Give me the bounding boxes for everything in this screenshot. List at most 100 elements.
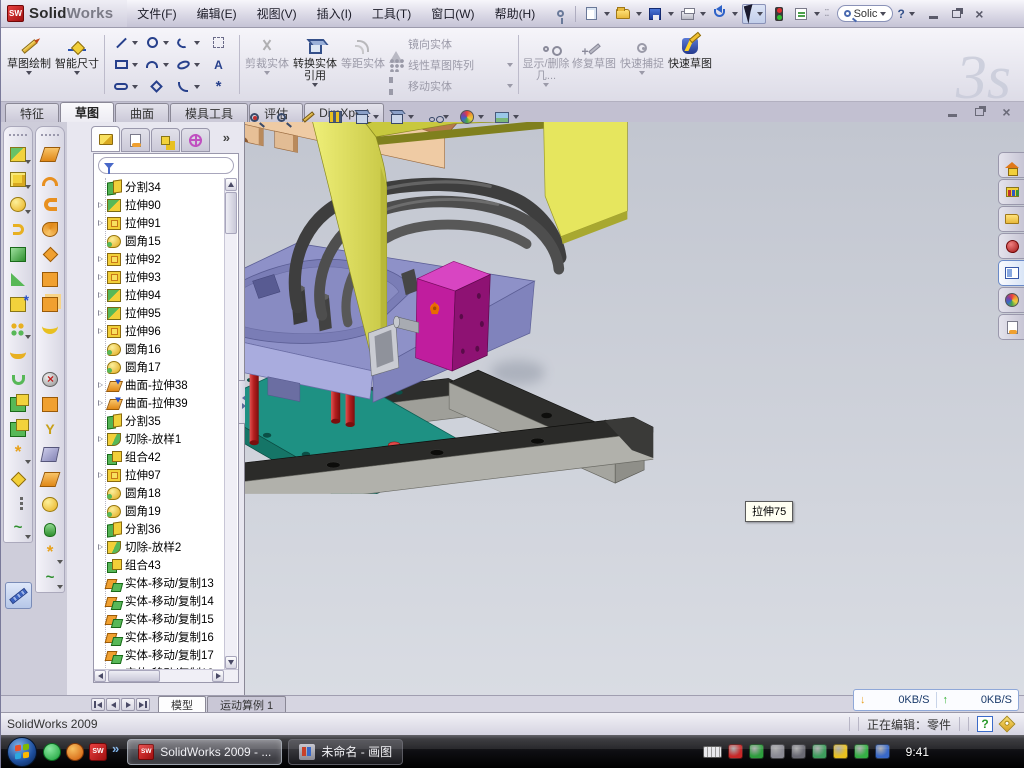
undo-dropdown-arrow[interactable]	[732, 12, 738, 16]
reference-geometry-button[interactable]: *	[4, 442, 32, 467]
dropdown-arrow[interactable]	[132, 85, 138, 89]
replace-face-button[interactable]	[36, 392, 64, 417]
dropdown-arrow[interactable]	[25, 210, 31, 214]
tree-item-圆角18[interactable]: 圆角18	[96, 484, 222, 502]
hole-wizard-button[interactable]	[4, 292, 32, 317]
search-input-value[interactable]: Solic	[854, 8, 878, 20]
tree-item-圆角17[interactable]: 圆角17	[96, 358, 222, 376]
menu-窗口[interactable]: 窗口(W)	[421, 0, 484, 27]
tree-vertical-scrollbar[interactable]	[224, 178, 237, 669]
linear-pattern-button[interactable]	[4, 317, 32, 342]
task-pane-tab-design-library[interactable]	[998, 179, 1024, 205]
curve-button[interactable]: ~	[36, 567, 64, 592]
graphics-viewport[interactable]: Y Z X 拉伸75	[245, 122, 1024, 695]
lofted-boss-button[interactable]	[4, 242, 32, 267]
repair-sketch-button[interactable]: 修复草图	[570, 31, 618, 98]
tray-update-service-icon[interactable]	[770, 744, 785, 759]
sketch-button[interactable]: 草图绘制	[5, 31, 53, 98]
tree-item-实体-移动/复制17[interactable]: 实体-移动/复制17	[96, 646, 222, 664]
model-tab[interactable]: 模型	[158, 696, 206, 712]
taskbar-button-solidworks[interactable]: SW SolidWorks 2009 - ...	[127, 739, 282, 765]
edit-appearance-button[interactable]	[458, 108, 484, 126]
expander-icon[interactable]	[96, 436, 105, 442]
next-tab-button[interactable]	[121, 698, 135, 711]
quick-snaps-button[interactable]: 快速捕捉	[618, 31, 666, 98]
swept-boss-button[interactable]	[4, 217, 32, 242]
scroll-left-button[interactable]	[94, 670, 106, 682]
save-dropdown-arrow[interactable]	[668, 12, 674, 16]
ribbon-tab-模具工具[interactable]: 模具工具	[170, 103, 248, 122]
dropdown-arrow[interactable]	[25, 185, 31, 189]
expander-icon[interactable]	[96, 292, 105, 298]
close-button[interactable]: ×	[971, 7, 988, 20]
tree-item-分割34[interactable]: 分割34	[96, 178, 222, 196]
taskbar-button-paint[interactable]: 未命名 - 画图	[288, 739, 403, 765]
expander-icon[interactable]	[96, 220, 105, 226]
slot-tool-button[interactable]	[110, 76, 141, 98]
task-pane-tab-appearances-scenes[interactable]	[998, 287, 1024, 313]
smart-dimension-button[interactable]: 智能尺寸	[53, 31, 101, 98]
magenta-block-body-hovered[interactable]	[416, 261, 491, 371]
dropdown-arrow[interactable]	[373, 115, 379, 119]
configuration-manager-tab[interactable]	[151, 128, 180, 152]
new-document-button[interactable]	[582, 5, 600, 23]
offset-surface-button[interactable]	[36, 292, 64, 317]
expander-icon[interactable]	[96, 256, 105, 262]
menu-工具[interactable]: 工具(T)	[362, 0, 421, 27]
revolved-surface-button[interactable]	[36, 167, 64, 192]
text-tool-button[interactable]: A	[203, 54, 234, 76]
tray-sync-center-icon[interactable]	[875, 744, 890, 759]
tags-icon[interactable]	[999, 716, 1016, 733]
dropdown-arrow[interactable]	[25, 160, 31, 164]
mirror-entities-button[interactable]: 镜向实体	[387, 34, 515, 54]
swept-surface-button[interactable]	[36, 192, 64, 217]
dropdown-arrow[interactable]	[408, 115, 414, 119]
tree-item-拉伸90[interactable]: 拉伸90	[96, 196, 222, 214]
ellipse-tool-button[interactable]	[172, 54, 203, 76]
dropdown-arrow[interactable]	[132, 63, 138, 67]
dropdown-arrow[interactable]	[194, 41, 200, 45]
scroll-down-button[interactable]	[225, 656, 237, 669]
tree-item-切除-放样2[interactable]: 切除-放样2	[96, 538, 222, 556]
task-pane-tab-custom-properties[interactable]	[998, 314, 1024, 340]
tree-filter-field[interactable]	[98, 157, 234, 174]
combine-button[interactable]	[4, 392, 32, 417]
first-tab-button[interactable]	[91, 698, 105, 711]
new-dropdown-arrow[interactable]	[604, 12, 610, 16]
tree-horizontal-scrollbar[interactable]	[94, 669, 238, 682]
untrim-surface-button[interactable]	[36, 467, 64, 492]
dropdown-arrow[interactable]	[194, 63, 200, 67]
draft-button[interactable]	[4, 267, 32, 292]
print-dropdown-arrow[interactable]	[700, 12, 706, 16]
mid-surface-button[interactable]	[36, 517, 64, 542]
apply-scene-button[interactable]	[493, 108, 519, 126]
help-dropdown-arrow[interactable]	[909, 12, 915, 16]
lofted-surface-button[interactable]	[36, 217, 64, 242]
options-dropdown-arrow[interactable]	[814, 12, 820, 16]
property-manager-tab[interactable]	[121, 128, 150, 152]
scroll-thumb[interactable]	[225, 192, 237, 234]
quick-launch-solidworks-icon[interactable]: SW	[89, 743, 107, 761]
move-entities-button[interactable]: 移动实体	[387, 76, 515, 96]
task-pane-tab-view-palette[interactable]	[998, 260, 1024, 286]
extend-surface-button[interactable]	[36, 492, 64, 517]
scroll-thumb[interactable]	[108, 670, 160, 682]
measure-tool-button-pressed[interactable]	[5, 582, 32, 609]
tray-health-shield-icon[interactable]	[854, 744, 869, 759]
zoom-to-fit-button[interactable]	[245, 108, 263, 126]
open-dropdown-arrow[interactable]	[636, 12, 642, 16]
tree-item-拉伸93[interactable]: 拉伸93	[96, 268, 222, 286]
display-style-button[interactable]	[353, 108, 379, 126]
save-button[interactable]	[646, 5, 664, 23]
linear-sketch-pattern-button[interactable]: 线性草图阵列	[387, 55, 515, 75]
tree-item-组合42[interactable]: 组合42	[96, 448, 222, 466]
select-tool-button[interactable]	[742, 4, 766, 24]
dropdown-arrow[interactable]	[57, 560, 63, 564]
dropdown-arrow[interactable]	[132, 41, 138, 45]
tray-security-alert-icon[interactable]	[728, 744, 743, 759]
rectangle-tool-button[interactable]	[110, 54, 141, 76]
polygon-tool-button[interactable]	[141, 76, 172, 98]
menu-文件[interactable]: 文件(F)	[127, 0, 186, 27]
search-box[interactable]: Solic	[837, 5, 894, 22]
sketch-pattern-tool-button[interactable]	[203, 32, 234, 54]
